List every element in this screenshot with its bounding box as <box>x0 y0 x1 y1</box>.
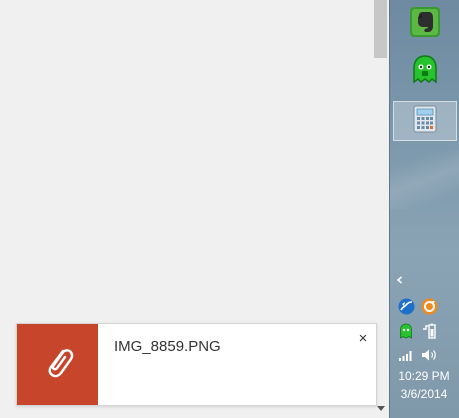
chevron-up-icon[interactable] <box>393 273 407 287</box>
download-filename[interactable]: IMG_8859.PNG <box>114 338 221 355</box>
volume-icon[interactable] <box>420 346 438 364</box>
scrollbar-thumb[interactable] <box>374 0 387 58</box>
taskbar-button-evernote[interactable] <box>393 4 457 44</box>
evernote-icon <box>409 6 441 43</box>
vpn-ghost-icon[interactable] <box>397 322 415 340</box>
attachment-tile[interactable] <box>17 324 98 405</box>
clock-date[interactable]: 3/6/2014 <box>392 387 456 401</box>
map-icon[interactable] <box>397 297 415 315</box>
battery-icon[interactable] <box>420 322 438 340</box>
close-icon[interactable]: × <box>356 331 370 346</box>
signal-icon[interactable] <box>397 346 415 364</box>
taskbar-button-vpn[interactable] <box>393 52 457 92</box>
calculator-icon <box>412 105 438 138</box>
orange-sync-icon[interactable] <box>420 297 438 315</box>
vpn-ghost-icon <box>410 54 440 91</box>
download-notification[interactable]: IMG_8859.PNG × <box>16 323 377 406</box>
taskbar-button-calculator[interactable] <box>393 101 457 141</box>
clock-time[interactable]: 10:29 PM <box>392 369 456 383</box>
paperclip-icon <box>41 342 75 387</box>
